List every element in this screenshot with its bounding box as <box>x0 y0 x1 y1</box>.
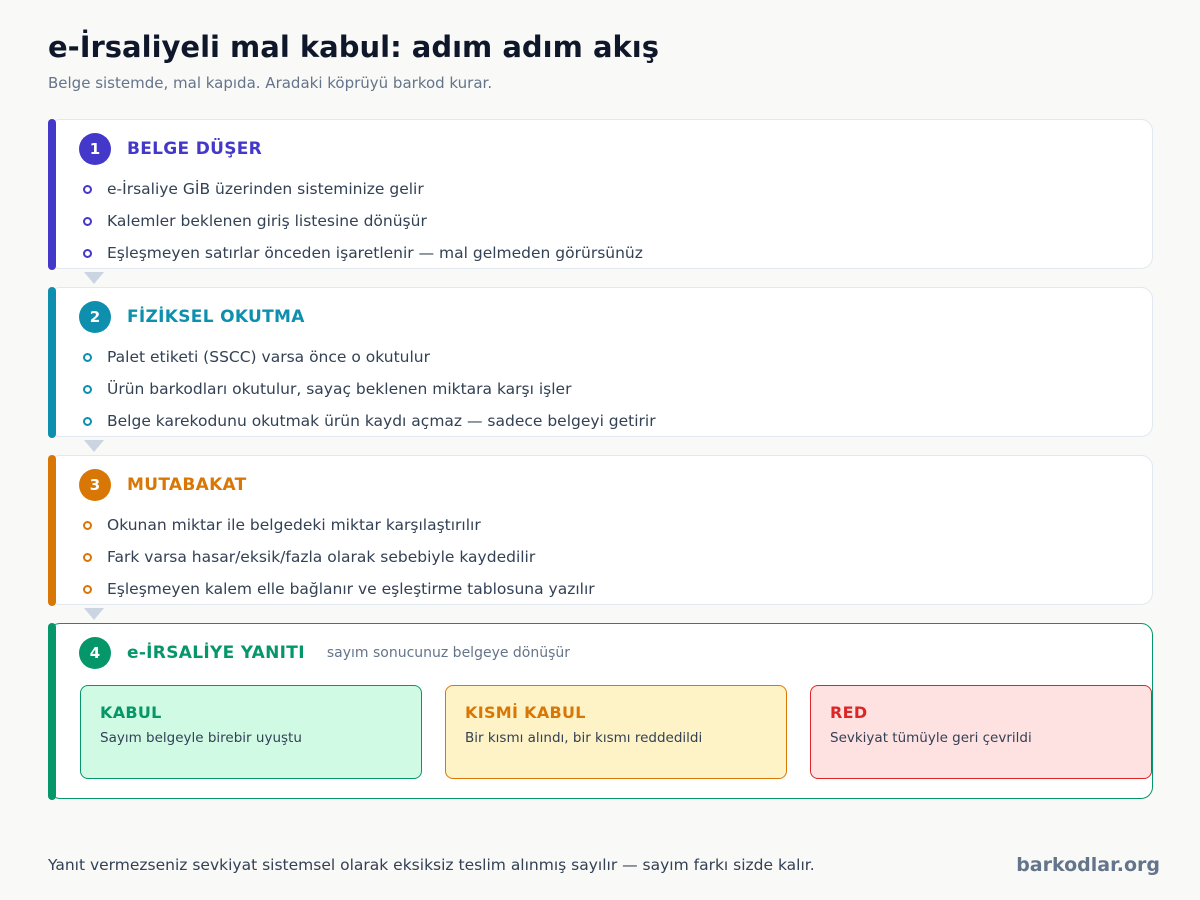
step-4-title: e-İRSALİYE YANITI <box>127 643 305 663</box>
page-title: e-İrsaliyeli mal kabul: adım adım akış <box>48 30 659 64</box>
step-4-number-badge: 4 <box>79 637 111 669</box>
down-arrow-icon <box>84 608 104 620</box>
bullet-text: Palet etiketi (SSCC) varsa önce o okutul… <box>107 348 430 366</box>
bullet-dot-icon <box>83 416 92 426</box>
list-item: Eşleşmeyen kalem elle bağlanır ve eşleşt… <box>83 573 595 605</box>
page-subtitle: Belge sistemde, mal kapıda. Aradaki köpr… <box>48 74 493 92</box>
outcome-accept-title: KABUL <box>100 703 162 722</box>
step-2-accent-bar <box>47 286 56 438</box>
step-4-note: sayım sonucunuz belgeye dönüşür <box>326 645 571 661</box>
step-1-title: BELGE DÜŞER <box>127 139 263 159</box>
step-card-3: 3 MUTABAKAT Okunan miktar ile belgedeki … <box>47 454 1153 606</box>
list-item: Kalemler beklenen giriş listesine dönüşü… <box>83 205 643 237</box>
outcome-partial-title: KISMİ KABUL <box>465 703 586 722</box>
bullet-dot-icon <box>83 584 92 594</box>
bullet-dot-icon <box>83 352 92 362</box>
bullet-dot-icon <box>83 520 92 530</box>
brand-logo-text: barkodlar.org <box>1016 854 1160 876</box>
list-item: Palet etiketi (SSCC) varsa önce o okutul… <box>83 341 656 373</box>
step-3-accent-bar <box>47 454 56 606</box>
bullet-dot-icon <box>83 384 92 394</box>
step-1-bullet-list: e-İrsaliye GİB üzerinden sisteminize gel… <box>83 173 643 269</box>
step-card-4: 4 e-İRSALİYE YANITI sayım sonucunuz belg… <box>47 622 1153 800</box>
step-3-number-badge: 3 <box>79 469 111 501</box>
step-1-number-badge: 1 <box>79 133 111 165</box>
bullet-text: Eşleşmeyen kalem elle bağlanır ve eşleşt… <box>107 580 595 598</box>
step-card-2: 2 FİZİKSEL OKUTMA Palet etiketi (SSCC) v… <box>47 286 1153 438</box>
outcome-reject-desc: Sevkiyat tümüyle geri çevrildi <box>830 730 1032 746</box>
step-2-number-badge: 2 <box>79 301 111 333</box>
bullet-text: Kalemler beklenen giriş listesine dönüşü… <box>107 212 427 230</box>
list-item: Belge karekodunu okutmak ürün kaydı açma… <box>83 405 656 437</box>
step-3-title: MUTABAKAT <box>127 475 247 495</box>
bullet-text: Ürün barkodları okutulur, sayaç beklenen… <box>107 380 572 398</box>
bullet-text: Fark varsa hasar/eksik/fazla olarak sebe… <box>107 548 536 566</box>
step-1-accent-bar <box>47 118 56 270</box>
list-item: Ürün barkodları okutulur, sayaç beklenen… <box>83 373 656 405</box>
list-item: Eşleşmeyen satırlar önceden işaretlenir … <box>83 237 643 269</box>
list-item: e-İrsaliye GİB üzerinden sisteminize gel… <box>83 173 643 205</box>
bullet-text: Okunan miktar ile belgedeki miktar karşı… <box>107 516 481 534</box>
footer-note: Yanıt vermezseniz sevkiyat sistemsel ola… <box>48 856 815 874</box>
step-2-title: FİZİKSEL OKUTMA <box>127 307 305 327</box>
list-item: Fark varsa hasar/eksik/fazla olarak sebe… <box>83 541 595 573</box>
step-3-bullet-list: Okunan miktar ile belgedeki miktar karşı… <box>83 509 595 605</box>
outcome-reject: RED Sevkiyat tümüyle geri çevrildi <box>810 685 1152 779</box>
step-2-bullet-list: Palet etiketi (SSCC) varsa önce o okutul… <box>83 341 656 437</box>
bullet-dot-icon <box>83 248 92 258</box>
bullet-text: Eşleşmeyen satırlar önceden işaretlenir … <box>107 244 643 262</box>
outcome-accept: KABUL Sayım belgeyle birebir uyuştu <box>80 685 422 779</box>
step-4-accent-bar <box>47 622 56 800</box>
bullet-text: e-İrsaliye GİB üzerinden sisteminize gel… <box>107 180 424 198</box>
outcome-partial-accept: KISMİ KABUL Bir kısmı alındı, bir kısmı … <box>445 685 787 779</box>
outcome-accept-desc: Sayım belgeyle birebir uyuştu <box>100 730 302 746</box>
down-arrow-icon <box>84 440 104 452</box>
outcome-reject-title: RED <box>830 703 868 722</box>
outcome-partial-desc: Bir kısmı alındı, bir kısmı reddedildi <box>465 730 703 746</box>
bullet-dot-icon <box>83 184 92 194</box>
bullet-dot-icon <box>83 216 92 226</box>
bullet-text: Belge karekodunu okutmak ürün kaydı açma… <box>107 412 656 430</box>
list-item: Okunan miktar ile belgedeki miktar karşı… <box>83 509 595 541</box>
step-card-1: 1 BELGE DÜŞER e-İrsaliye GİB üzerinden s… <box>47 118 1153 270</box>
bullet-dot-icon <box>83 552 92 562</box>
down-arrow-icon <box>84 272 104 284</box>
